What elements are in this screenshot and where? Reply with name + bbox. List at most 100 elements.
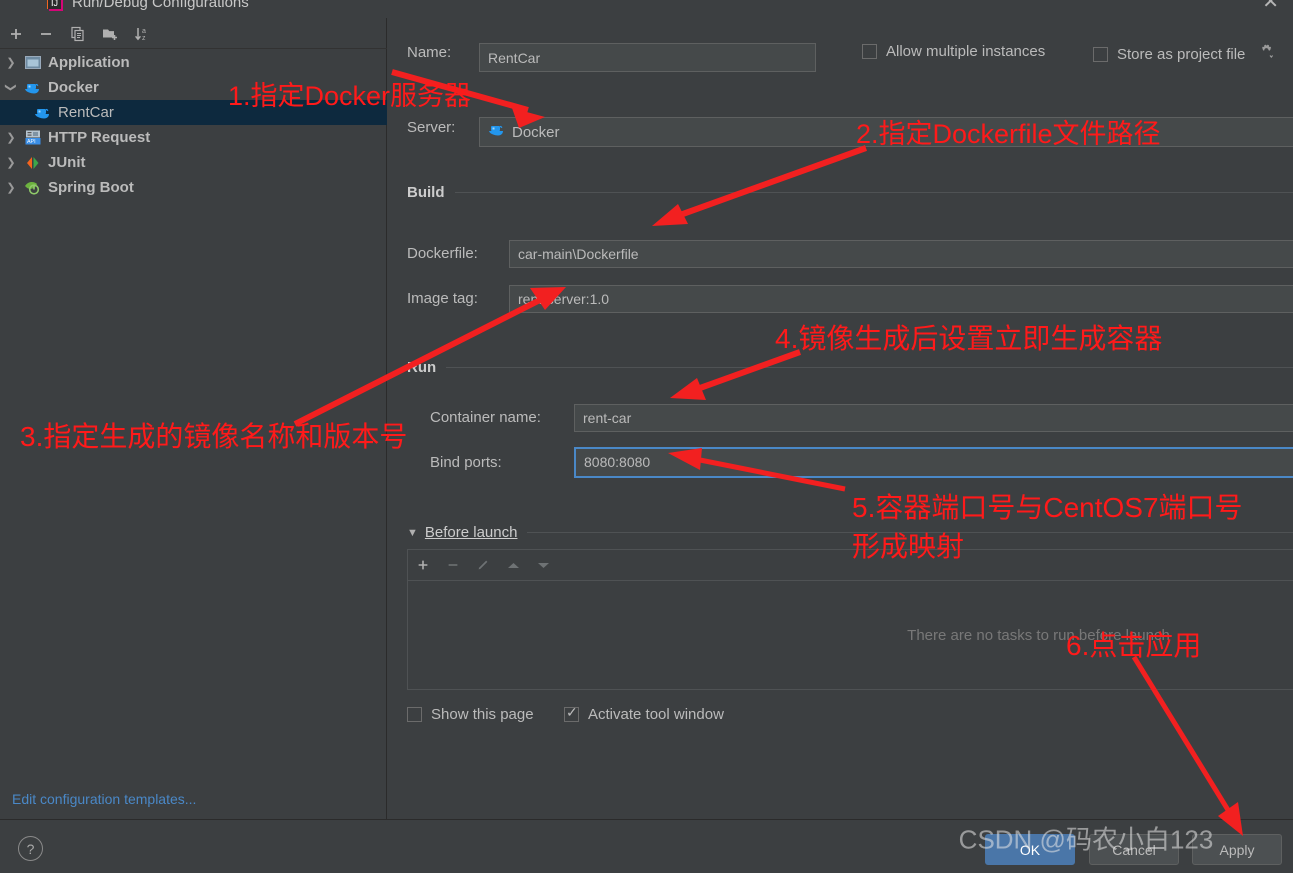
edit-task-button xyxy=(468,550,498,580)
name-label: Name: xyxy=(407,44,452,61)
apply-button[interactable]: Apply xyxy=(1192,834,1282,865)
chevron-right-icon[interactable]: ❯ xyxy=(0,156,22,169)
sidebar-toolbar: a z xyxy=(0,18,387,49)
show-this-page-row[interactable]: Show this page xyxy=(407,706,534,723)
help-button[interactable]: ? xyxy=(18,836,43,861)
image-tag-input[interactable] xyxy=(509,285,1293,313)
tree-item-label: RentCar xyxy=(58,104,114,121)
configurations-sidebar: a z ❯ Application ❯ Docker RentCar ❯ API… xyxy=(0,18,387,819)
chevron-right-icon[interactable]: ❯ xyxy=(0,56,22,69)
chevron-right-icon[interactable]: ❯ xyxy=(0,181,22,194)
tree-item-label: JUnit xyxy=(48,154,86,171)
show-this-page-checkbox[interactable] xyxy=(407,707,422,722)
sort-alphabetically-button[interactable]: a z xyxy=(132,24,152,44)
chevron-down-icon[interactable]: ❯ xyxy=(5,77,18,99)
tree-item-application[interactable]: ❯ Application xyxy=(0,50,387,75)
dockerfile-field-row: Dockerfile: xyxy=(407,245,478,262)
run-section-title: Run xyxy=(407,358,437,376)
container-name-field-row: Container name: xyxy=(430,409,541,426)
run-debug-configurations-dialog: IJ Run/Debug Configurations ✕ a z ❯ Appl… xyxy=(0,0,1293,873)
dockerfile-value: car-main\Dockerfile xyxy=(518,246,639,262)
intellij-idea-icon: IJ xyxy=(46,0,66,14)
server-value-text: Docker xyxy=(512,123,560,141)
bind-ports-field-row: Bind ports: xyxy=(430,454,502,471)
server-value: Docker xyxy=(480,123,560,141)
svg-text:API: API xyxy=(27,139,36,145)
cancel-button[interactable]: Cancel xyxy=(1089,834,1179,865)
store-as-project-file-checkbox[interactable] xyxy=(1093,46,1108,62)
build-section-title: Build xyxy=(407,183,445,201)
add-configuration-button[interactable] xyxy=(6,24,26,44)
tree-item-http-request[interactable]: ❯ API HTTP Request xyxy=(0,125,387,150)
tree-item-label: Docker xyxy=(48,79,99,96)
container-name-input[interactable] xyxy=(574,404,1293,432)
tree-item-rentcar[interactable]: RentCar xyxy=(0,100,387,125)
allow-multiple-instances-row[interactable]: Allow multiple instances xyxy=(862,43,1045,60)
tree-item-docker[interactable]: ❯ Docker xyxy=(0,75,387,100)
bind-ports-label: Bind ports: xyxy=(430,454,502,471)
application-icon xyxy=(22,54,44,72)
activate-tool-window-label: Activate tool window xyxy=(588,706,724,723)
tree-item-spring-boot[interactable]: ❯ Spring Boot xyxy=(0,175,387,200)
dockerfile-field[interactable]: car-main\Dockerfile xyxy=(509,240,1293,268)
new-folder-button[interactable] xyxy=(100,24,120,44)
tree-item-label: Application xyxy=(48,54,130,71)
close-icon[interactable]: ✕ xyxy=(1262,0,1279,12)
store-as-project-file-row[interactable]: Store as project file xyxy=(1093,43,1275,65)
remove-task-button xyxy=(438,550,468,580)
allow-multiple-instances-checkbox[interactable] xyxy=(862,44,877,59)
spring-boot-icon xyxy=(22,179,44,197)
dialog-titlebar: IJ Run/Debug Configurations ✕ xyxy=(0,0,1293,18)
before-launch-task-list[interactable]: There are no tasks to run before launch xyxy=(407,580,1293,690)
add-task-button[interactable] xyxy=(408,550,438,580)
tree-item-junit[interactable]: ❯ JUnit xyxy=(0,150,387,175)
activate-tool-window-checkbox[interactable] xyxy=(564,704,579,722)
server-field-row: Server: xyxy=(407,119,455,136)
junit-icon xyxy=(22,154,44,172)
docker-icon xyxy=(32,104,54,122)
move-up-button xyxy=(498,550,528,580)
image-tag-field-row: Image tag: xyxy=(407,290,478,307)
svg-text:z: z xyxy=(142,35,146,42)
move-down-button xyxy=(528,550,558,580)
show-this-page-label: Show this page xyxy=(431,706,534,723)
run-section-header: Run Modify ⌄ xyxy=(407,358,1293,376)
docker-icon xyxy=(488,123,506,141)
gear-icon[interactable] xyxy=(1258,43,1275,65)
before-launch-title: Before launch xyxy=(424,524,518,541)
before-launch-header[interactable]: ▼ Before launch xyxy=(407,524,1293,541)
dialog-footer: ? OK Cancel Apply xyxy=(0,819,1293,873)
dialog-title: Run/Debug Configurations xyxy=(72,0,249,11)
server-label: Server: xyxy=(407,119,456,136)
image-tag-label: Image tag: xyxy=(407,290,478,307)
dockerfile-label: Dockerfile: xyxy=(407,245,478,262)
configuration-editor-pane: Name: Allow multiple instances Store as … xyxy=(388,18,1293,819)
copy-configuration-button[interactable] xyxy=(68,24,88,44)
divider xyxy=(454,191,1293,193)
edit-configuration-templates-link[interactable]: Edit configuration templates... xyxy=(12,791,196,807)
name-input[interactable] xyxy=(479,43,816,72)
name-field-row: Name: xyxy=(407,44,451,61)
docker-icon xyxy=(22,79,44,97)
container-name-label: Container name: xyxy=(430,409,541,426)
http-request-icon: API xyxy=(22,129,44,147)
tree-item-label: HTTP Request xyxy=(48,129,151,146)
store-as-project-file-label: Store as project file xyxy=(1117,45,1246,63)
build-section-header: Build Modify options ⌄ Alt+M xyxy=(407,183,1293,201)
remove-configuration-button[interactable] xyxy=(36,24,56,44)
chevron-down-icon[interactable]: ▼ xyxy=(407,527,418,539)
bind-ports-field[interactable]: 8080:8080 xyxy=(574,447,1293,478)
ok-button[interactable]: OK xyxy=(985,834,1075,865)
svg-text:a: a xyxy=(142,28,146,35)
chevron-right-icon[interactable]: ❯ xyxy=(0,131,22,144)
activate-tool-window-row[interactable]: Activate tool window xyxy=(564,704,724,723)
bind-ports-value: 8080:8080 xyxy=(584,454,651,470)
divider xyxy=(527,532,1293,533)
server-combobox[interactable]: Docker xyxy=(479,117,1293,147)
before-launch-empty-text: There are no tasks to run before launch xyxy=(907,626,1170,644)
before-launch-toolbar xyxy=(407,549,1293,580)
tree-item-label: Spring Boot xyxy=(48,179,134,196)
allow-multiple-instances-label: Allow multiple instances xyxy=(886,43,1046,60)
svg-text:IJ: IJ xyxy=(51,0,58,8)
configurations-tree: ❯ Application ❯ Docker RentCar ❯ API HTT… xyxy=(0,50,387,200)
